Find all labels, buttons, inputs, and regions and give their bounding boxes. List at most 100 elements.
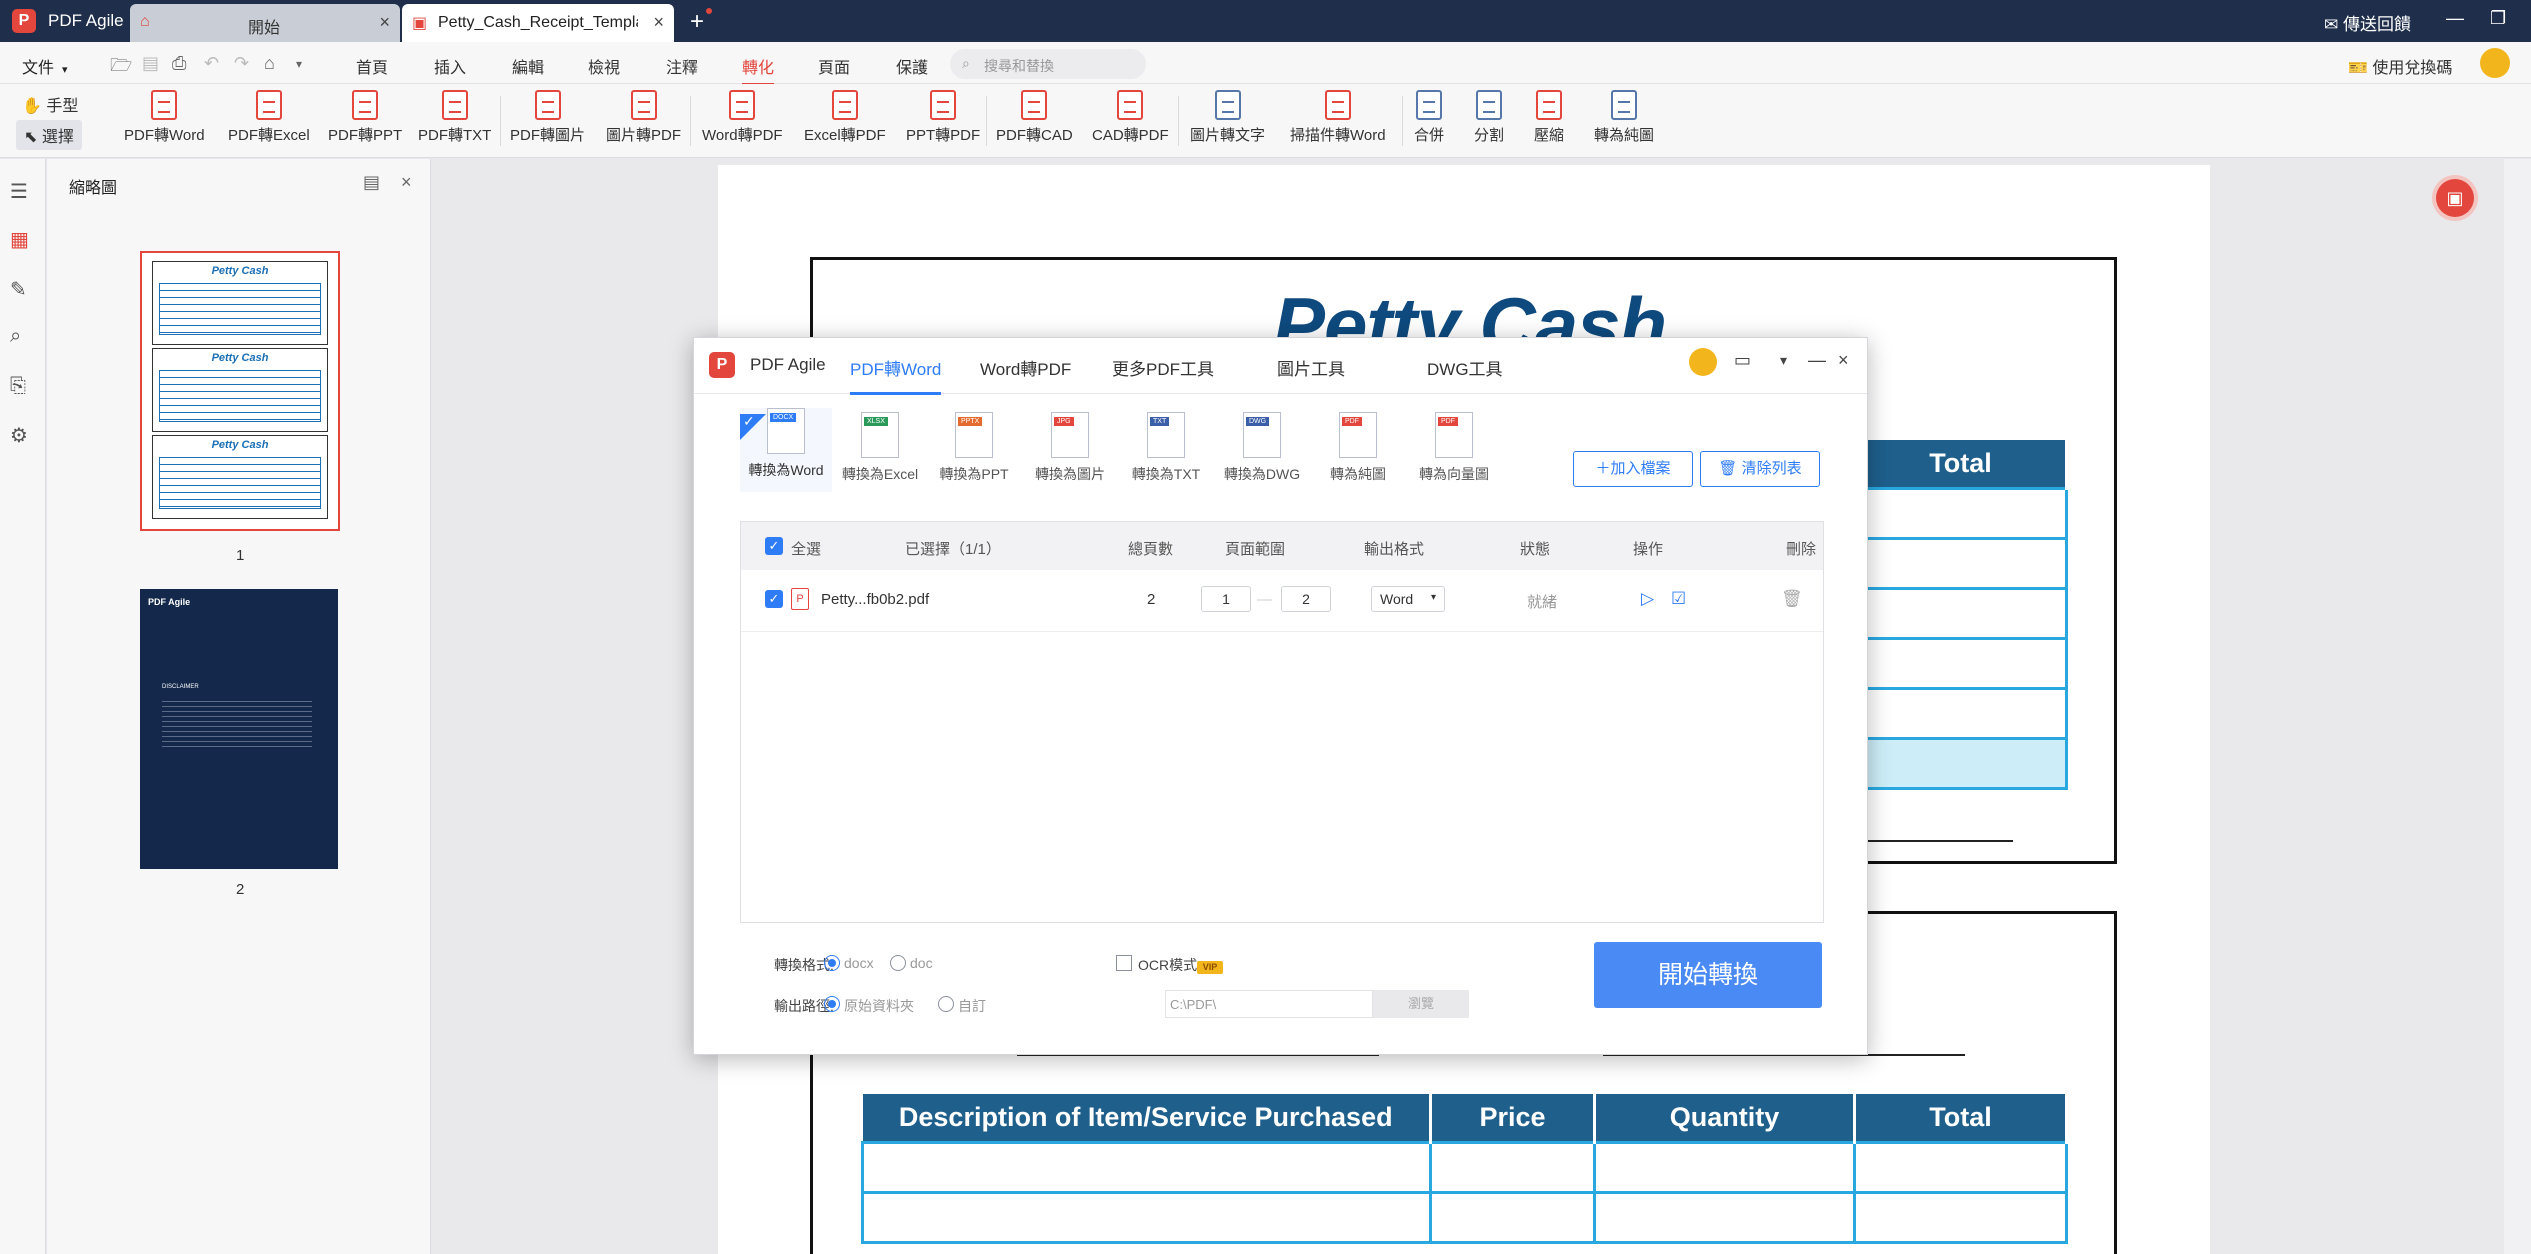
close-icon[interactable]: × (401, 172, 412, 193)
clear-list-button[interactable]: 🗑 清除列表 (1700, 451, 1820, 487)
compress-button[interactable]: 壓縮 (1534, 90, 1564, 145)
pdf-to-excel-button[interactable]: PDF轉Excel (228, 90, 310, 145)
minimize-icon[interactable]: — (1808, 350, 1826, 371)
print-icon[interactable]: ⎙ (172, 53, 186, 74)
pdf-to-image-button[interactable]: PDF轉圖片 (510, 90, 585, 145)
search-input[interactable]: ⌕ 搜尋和替換 (950, 49, 1146, 79)
mode-to-excel[interactable]: XLSX 轉換為Excel (834, 412, 926, 484)
thumbnails-icon[interactable]: ▦ (10, 227, 29, 252)
search-icon[interactable]: ⌕ (10, 325, 21, 348)
menu-edit[interactable]: 編輯 (512, 54, 544, 78)
close-icon[interactable]: × (653, 12, 664, 33)
flatten-button[interactable]: 轉為純圖 (1594, 90, 1654, 145)
restore-icon[interactable]: ❐ (2490, 8, 2506, 29)
doc-radio[interactable] (890, 955, 906, 971)
dialog-tab-pdf-to-word[interactable]: PDF轉Word (850, 355, 942, 395)
menu-view[interactable]: 檢視 (588, 54, 620, 78)
dialog-tab-more-tools[interactable]: 更多PDF工具 (1112, 355, 1214, 380)
close-icon[interactable]: × (379, 12, 390, 33)
merge-button[interactable]: 合併 (1414, 90, 1444, 145)
mode-to-vector[interactable]: PDF 轉為向量圖 (1408, 412, 1500, 484)
mode-to-ppt-label: 轉換為PPT (939, 466, 1009, 482)
add-files-button[interactable]: ＋加入檔案 (1573, 451, 1693, 487)
browse-button[interactable]: 瀏覽 (1373, 990, 1469, 1018)
page-thumbnail-2[interactable]: PDF Agile DISCLAIMER (140, 589, 338, 869)
scan-to-word-button[interactable]: 掃描件轉Word (1290, 90, 1386, 145)
avatar[interactable] (2480, 48, 2510, 78)
undo-icon[interactable]: ↶ (204, 53, 219, 74)
ppt-to-pdf-button[interactable]: PPT轉PDF (906, 90, 980, 145)
custom-path-radio[interactable] (938, 996, 954, 1012)
mode-to-image-only[interactable]: PDF 轉為純圖 (1312, 412, 1404, 484)
start-convert-button[interactable]: 開始轉換 (1594, 942, 1822, 1008)
dialog-tab-word-to-pdf[interactable]: Word轉PDF (980, 355, 1071, 380)
image-doc-icon: JPG (1051, 412, 1089, 458)
ai-assistant-icon[interactable]: ▣ (2436, 179, 2474, 217)
attachment-icon[interactable]: ⎘ (10, 375, 26, 398)
file-checkbox[interactable]: ✓ (765, 590, 783, 608)
vertical-scrollbar[interactable] (2504, 159, 2531, 1254)
trash-icon[interactable]: 🗑 (1781, 589, 1803, 609)
original-folder-radio[interactable] (824, 996, 840, 1012)
output-format-select[interactable]: Word ▾ (1371, 586, 1445, 612)
hand-tool-button[interactable]: ✋ 手型 (22, 92, 78, 116)
quick-access-dropdown-icon[interactable]: ▾ (296, 57, 302, 71)
dialog-tab-image-tools[interactable]: 圖片工具 (1277, 355, 1345, 380)
menu-convert[interactable]: 轉化 (742, 54, 775, 85)
message-icon[interactable]: ▭ (1734, 350, 1751, 371)
open-folder-icon[interactable]: 🗁 (110, 53, 132, 83)
mode-to-txt[interactable]: TXT 轉換為TXT (1120, 412, 1212, 484)
tab-home[interactable]: ⌂ 開始 × (130, 4, 400, 42)
pdf-to-ppt-button[interactable]: PDF轉PPT (328, 90, 402, 145)
output-path-input[interactable]: C:\PDF\ (1165, 990, 1373, 1018)
menu-insert[interactable]: 插入 (434, 54, 466, 78)
pdf-to-cad-button[interactable]: PDF轉CAD (996, 90, 1073, 145)
menu-icon[interactable]: ☰ (10, 179, 28, 204)
settings-icon[interactable]: ☑ (1671, 589, 1686, 609)
menu-protect[interactable]: 保護 (896, 54, 928, 78)
mini-receipt: Petty Cash (152, 348, 328, 432)
redeem-code-button[interactable]: 🎫 使用兌換碼 (2348, 54, 2452, 78)
file-type-tag: DWG (1246, 417, 1270, 426)
split-button[interactable]: 分割 (1474, 90, 1504, 145)
dialog-tab-dwg-tools[interactable]: DWG工具 (1427, 355, 1503, 380)
redo-icon[interactable]: ↷ (234, 53, 249, 74)
menu-page[interactable]: 頁面 (818, 54, 850, 78)
scan-to-word-icon (1324, 90, 1351, 120)
tab-document[interactable]: ▣ Petty_Cash_Receipt_Templat... × (402, 4, 674, 42)
feedback-button[interactable]: ✉ 傳送回饋 (2324, 10, 2411, 35)
word-to-pdf-button[interactable]: Word轉PDF (702, 90, 783, 145)
page-number-2: 2 (236, 881, 245, 898)
mode-to-image[interactable]: JPG 轉換為圖片 (1024, 412, 1116, 484)
select-tool-button[interactable]: ⬉ 選擇 (16, 120, 82, 150)
excel-to-pdf-button[interactable]: Excel轉PDF (804, 90, 886, 145)
mode-to-dwg[interactable]: DWG 轉換為DWG (1216, 412, 1308, 484)
ocr-checkbox[interactable] (1116, 955, 1132, 971)
home-icon[interactable]: ⌂ (264, 53, 275, 74)
thumbnail-options-icon[interactable]: ▤ (363, 172, 380, 193)
menu-annotate[interactable]: 注釋 (666, 54, 698, 78)
select-all-checkbox[interactable]: ✓ (765, 537, 783, 555)
image-to-text-button[interactable]: 圖片轉文字 (1190, 90, 1265, 145)
range-to-input[interactable]: 2 (1281, 586, 1331, 612)
docx-radio[interactable] (824, 955, 840, 971)
pdf-to-txt-button[interactable]: PDF轉TXT (418, 90, 491, 145)
save-icon[interactable]: ▤ (142, 53, 159, 74)
close-icon[interactable]: × (1838, 350, 1849, 371)
cad-to-pdf-button[interactable]: CAD轉PDF (1092, 90, 1169, 145)
page-settings-icon[interactable]: ⚙ (10, 423, 28, 448)
image-to-pdf-button[interactable]: 圖片轉PDF (606, 90, 681, 145)
dropdown-menu-icon[interactable]: ▾ (1780, 352, 1787, 369)
mode-to-ppt[interactable]: PPTX 轉換為PPT (928, 412, 1020, 484)
menu-home[interactable]: 首頁 (356, 54, 388, 78)
avatar[interactable] (1689, 348, 1717, 376)
new-tab-button[interactable]: + (690, 8, 704, 36)
minimize-icon[interactable]: — (2446, 8, 2464, 29)
file-menu[interactable]: 文件 ▾ (22, 54, 68, 78)
play-icon[interactable]: ▷ (1641, 589, 1654, 609)
range-from-input[interactable]: 1 (1201, 586, 1251, 612)
pdf-to-word-button[interactable]: PDF轉Word (124, 90, 205, 145)
page-thumbnail-1[interactable]: Petty Cash Petty Cash Petty Cash (140, 251, 340, 531)
pdf-file-icon: P (791, 588, 809, 610)
signature-icon[interactable]: ✎ (10, 277, 27, 302)
